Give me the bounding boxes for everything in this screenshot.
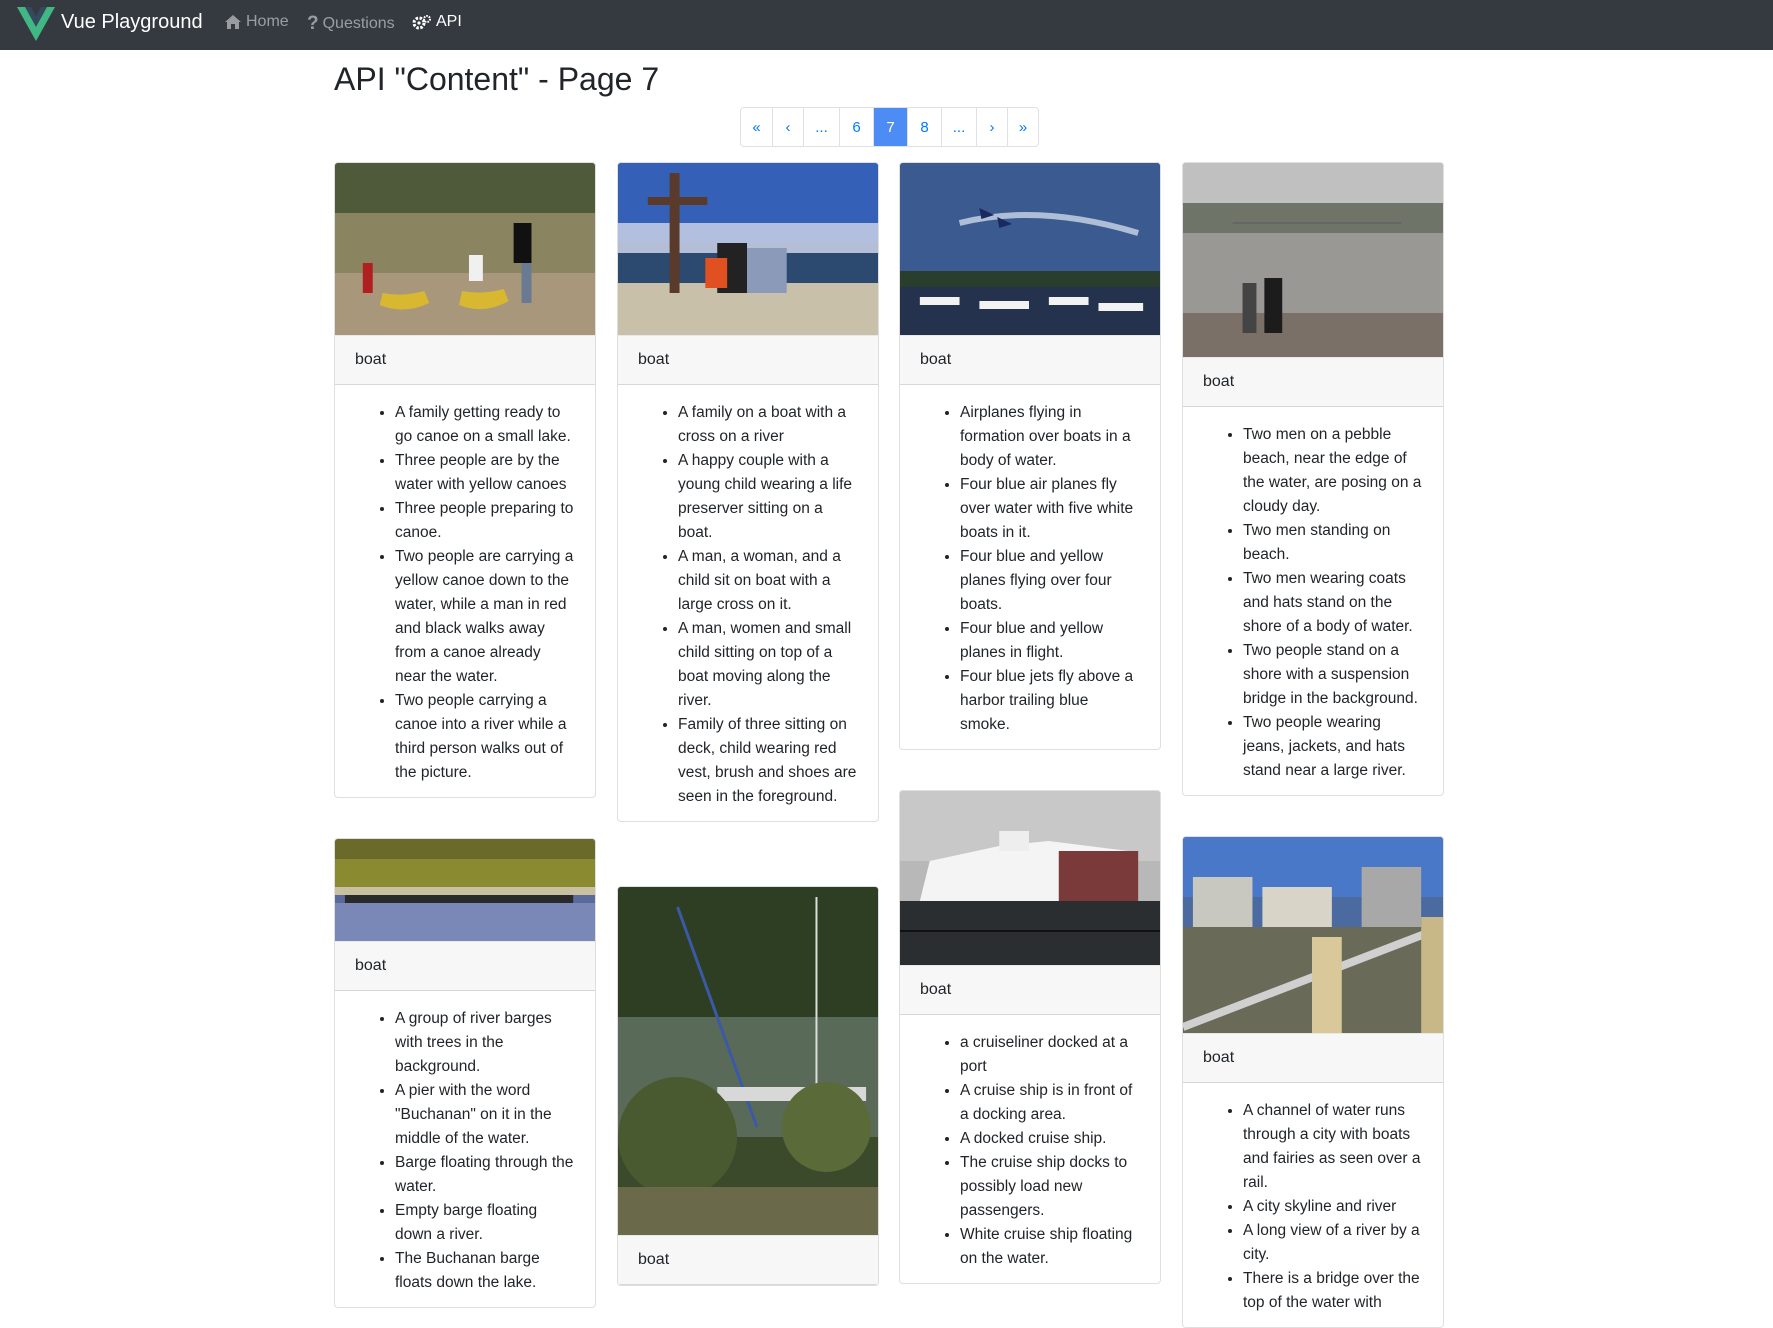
caption-item: Two people stand on a shore with a suspe… xyxy=(1243,639,1423,711)
card-header: boat xyxy=(335,335,595,385)
nav-home-link[interactable]: Home xyxy=(224,13,289,31)
page-6-button[interactable]: 6 xyxy=(839,108,873,146)
caption-item: Two men on a pebble beach, near the edge… xyxy=(1243,423,1423,519)
caption-item: Empty barge floating down a river. xyxy=(395,1199,575,1247)
card-body: A group of river barges with trees in th… xyxy=(335,991,595,1307)
home-icon xyxy=(224,14,242,30)
caption-list: A group of river barges with trees in th… xyxy=(355,1007,575,1295)
caption-item: Two men wearing coats and hats stand on … xyxy=(1243,567,1423,639)
pagination: « ‹ ... 6 7 8 ... › » xyxy=(740,107,1039,147)
first-page-button[interactable]: « xyxy=(741,108,772,146)
caption-item: a cruiseliner docked at a port xyxy=(960,1031,1140,1079)
river-barge-photo xyxy=(335,839,595,941)
vue-logo-icon[interactable] xyxy=(16,3,56,48)
caption-item: A group of river barges with trees in th… xyxy=(395,1007,575,1079)
card-header: boat xyxy=(335,941,595,991)
content-card: boat Two men on a pebble beach, near the… xyxy=(1182,162,1444,796)
card-body: A family getting ready to go canoe on a … xyxy=(335,385,595,797)
card-header: boat xyxy=(900,335,1160,385)
card-body: Airplanes flying in formation over boats… xyxy=(900,385,1160,749)
caption-item: A city skyline and river xyxy=(1243,1195,1423,1219)
caption-item: Airplanes flying in formation over boats… xyxy=(960,401,1140,473)
city-river-rail-photo xyxy=(1183,837,1443,1033)
caption-item: The Buchanan barge floats down the lake. xyxy=(395,1247,575,1295)
card-header: boat xyxy=(900,965,1160,1015)
caption-list: a cruiseliner docked at a port A cruise … xyxy=(920,1031,1140,1271)
card-body: A family on a boat with a cross on a riv… xyxy=(618,385,878,821)
content-card: boat A channel of water runs through a c… xyxy=(1182,836,1444,1328)
caption-item: A cruise ship is in front of a docking a… xyxy=(960,1079,1140,1127)
caption-item: A family on a boat with a cross on a riv… xyxy=(678,401,858,449)
ellipsis-left[interactable]: ... xyxy=(803,108,839,146)
nav-questions-label: Questions xyxy=(322,15,395,32)
caption-list: Two men on a pebble beach, near the edge… xyxy=(1203,423,1423,783)
content-card: boat A family getting ready to go canoe … xyxy=(334,162,596,798)
caption-item: A man, women and small child sitting on … xyxy=(678,617,858,713)
caption-item: Four blue jets fly above a harbor traili… xyxy=(960,665,1140,737)
page-title: API "Content" - Page 7 xyxy=(334,61,660,97)
caption-item: Barge floating through the water. xyxy=(395,1151,575,1199)
content-card: boat A family on a boat with a cross on … xyxy=(617,162,879,822)
content-card: boat a cruiseliner docked at a port A cr… xyxy=(899,790,1161,1284)
caption-item: A docked cruise ship. xyxy=(960,1127,1140,1151)
next-page-button[interactable]: › xyxy=(976,108,1007,146)
caption-item: A long view of a river by a city. xyxy=(1243,1219,1423,1267)
content-card: boat Airplanes flying in formation over … xyxy=(899,162,1161,750)
brand-title[interactable]: Vue Playground xyxy=(61,11,203,34)
nav-api-link[interactable]: API xyxy=(412,13,462,31)
cogs-icon xyxy=(412,14,432,30)
caption-item: A happy couple with a young child wearin… xyxy=(678,449,858,545)
two-men-beach-photo xyxy=(1183,163,1443,357)
caption-item: Three people preparing to canoe. xyxy=(395,497,575,545)
caption-item: A pier with the word "Buchanan" on it in… xyxy=(395,1079,575,1151)
caption-item: Two people carrying a canoe into a river… xyxy=(395,689,575,785)
navbar: Vue Playground Home ? Questions API xyxy=(0,0,1773,50)
caption-list: A channel of water runs through a city w… xyxy=(1203,1099,1423,1315)
card-header: boat xyxy=(1183,1033,1443,1083)
caption-item: The cruise ship docks to possibly load n… xyxy=(960,1151,1140,1223)
caption-list: A family on a boat with a cross on a riv… xyxy=(638,401,858,809)
ellipsis-right[interactable]: ... xyxy=(941,108,976,146)
card-body: Two men on a pebble beach, near the edge… xyxy=(1183,407,1443,795)
card-header: boat xyxy=(618,1235,878,1285)
card-header: boat xyxy=(1183,357,1443,407)
caption-item: Four blue air planes fly over water with… xyxy=(960,473,1140,545)
card-body: A channel of water runs through a city w… xyxy=(1183,1083,1443,1327)
family-canoe-photo xyxy=(335,163,595,335)
caption-list: Airplanes flying in formation over boats… xyxy=(920,401,1140,737)
caption-item: A family getting ready to go canoe on a … xyxy=(395,401,575,449)
caption-item: A man, a woman, and a child sit on boat … xyxy=(678,545,858,617)
caption-item: Four blue and yellow planes in flight. xyxy=(960,617,1140,665)
content-card: boat xyxy=(617,886,879,1286)
cruise-ship-photo xyxy=(900,791,1160,965)
card-body: a cruiseliner docked at a port A cruise … xyxy=(900,1015,1160,1283)
nav-questions-link[interactable]: ? Questions xyxy=(307,13,395,35)
nav-api-label: API xyxy=(436,13,462,30)
caption-item: Two people are carrying a yellow canoe d… xyxy=(395,545,575,689)
page-7-button[interactable]: 7 xyxy=(873,108,907,146)
caption-item: Two people wearing jeans, jackets, and h… xyxy=(1243,711,1423,783)
caption-list: A family getting ready to go canoe on a … xyxy=(355,401,575,785)
caption-item: Two men standing on beach. xyxy=(1243,519,1423,567)
content-card: boat A group of river barges with trees … xyxy=(334,838,596,1308)
airplanes-harbor-photo xyxy=(900,163,1160,335)
caption-item: Three people are by the water with yello… xyxy=(395,449,575,497)
nav-home-label: Home xyxy=(246,13,289,30)
caption-item: Four blue and yellow planes flying over … xyxy=(960,545,1140,617)
family-boat-cross-photo xyxy=(618,163,878,335)
question-icon: ? xyxy=(307,13,319,34)
marina-trees-photo xyxy=(618,887,878,1235)
caption-item: White cruise ship floating on the water. xyxy=(960,1223,1140,1271)
caption-item: A channel of water runs through a city w… xyxy=(1243,1099,1423,1195)
card-header: boat xyxy=(618,335,878,385)
prev-page-button[interactable]: ‹ xyxy=(772,108,803,146)
last-page-button[interactable]: » xyxy=(1007,108,1038,146)
page-8-button[interactable]: 8 xyxy=(907,108,941,146)
caption-item: Family of three sitting on deck, child w… xyxy=(678,713,858,809)
